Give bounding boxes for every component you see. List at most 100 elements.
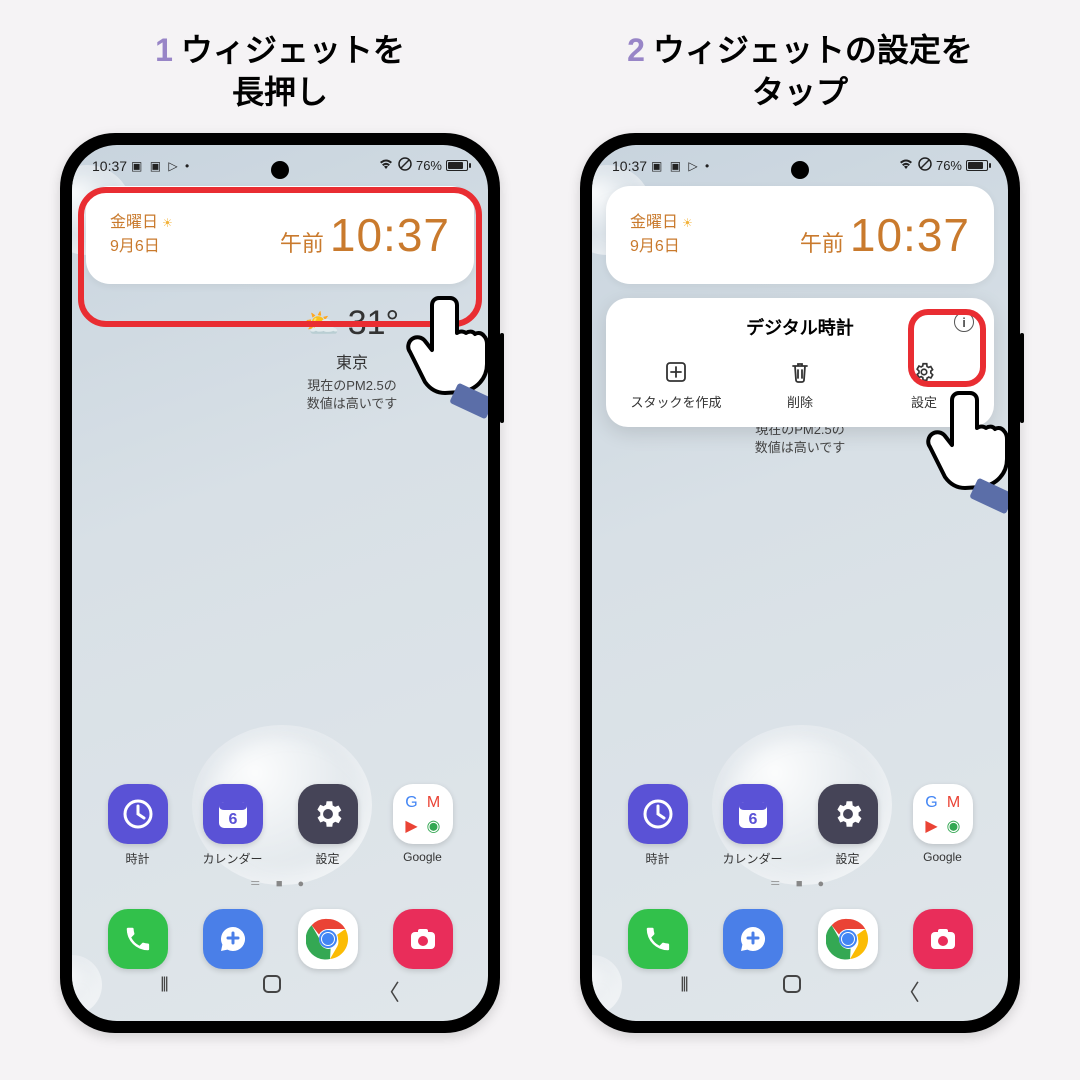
app-settings[interactable]: 設定	[283, 784, 373, 867]
svg-text:6: 6	[228, 811, 237, 828]
step-2-number: 2	[627, 32, 645, 68]
camera-hole-icon	[271, 161, 289, 179]
dnd-icon	[918, 157, 932, 174]
nav-recent-button[interactable]: |||	[160, 975, 166, 1007]
dnd-icon	[398, 157, 412, 174]
google-folder-icon: GM▶◉	[393, 784, 453, 844]
weather-widget[interactable]: ⛅ 31° 東京 現在のPM2.5の 数値は高いです	[252, 304, 452, 413]
clock-widget-day: 金曜日	[630, 214, 678, 231]
app-calendar[interactable]: 6 カレンダー	[708, 784, 798, 867]
popup-title: デジタル時計 i	[614, 314, 986, 340]
phone-frame-1: 10:37 ▣ ▣ ▷ • 76%	[60, 133, 500, 1033]
app-clock[interactable]: 時計	[613, 784, 703, 867]
clock-widget-date-text: 9月6日	[110, 238, 160, 255]
clock-time: 10:37	[330, 208, 450, 262]
widget-context-menu: デジタル時計 i スタックを作成	[606, 298, 994, 427]
nav-back-button[interactable]: 〈	[898, 975, 920, 1007]
popup-settings-button[interactable]: 設定	[862, 354, 986, 415]
battery-icon	[966, 160, 988, 171]
trash-icon	[742, 358, 858, 386]
clock-widget-time-block: 午前 10:37	[800, 208, 970, 262]
nav-recent-button[interactable]: |||	[680, 975, 686, 1007]
sun-icon: ☀	[682, 216, 693, 230]
popup-create-stack-button[interactable]: スタックを作成	[614, 354, 738, 415]
sun-icon: ☀	[162, 216, 173, 230]
app-camera[interactable]	[378, 909, 468, 975]
app-label: カレンダー	[188, 850, 278, 867]
clock-icon	[108, 784, 168, 844]
nav-home-button[interactable]	[783, 975, 801, 993]
camera-icon	[393, 909, 453, 969]
calendar-icon: 6	[723, 784, 783, 844]
page-indicator[interactable]: ＝ ■ ●	[90, 875, 470, 891]
status-time: 10:37	[612, 158, 647, 174]
status-notification-icons: ▣ ▣ ▷ •	[131, 159, 191, 173]
app-messages[interactable]	[708, 909, 798, 975]
app-chrome[interactable]	[803, 909, 893, 975]
clock-widget-time-block: 午前 10:37	[280, 208, 450, 262]
popup-delete-button[interactable]: 削除	[738, 354, 862, 415]
app-google-folder[interactable]: GM▶◉ Google	[898, 784, 988, 867]
settings-icon	[298, 784, 358, 844]
chat-icon	[203, 909, 263, 969]
app-phone[interactable]	[93, 909, 183, 975]
app-label: 設定	[283, 850, 373, 867]
google-folder-icon: GM▶◉	[913, 784, 973, 844]
gear-icon	[866, 358, 982, 386]
step-1-title: 1ウィジェットを 長押し	[30, 30, 530, 113]
dock	[90, 909, 470, 975]
navigation-bar: ||| 〈	[72, 967, 488, 1015]
clock-widget-date: 金曜日 ☀ 9月6日	[630, 211, 693, 259]
page-indicator[interactable]: ＝ ■ ●	[610, 875, 990, 891]
battery-icon	[446, 160, 468, 171]
navigation-bar: ||| 〈	[592, 967, 1008, 1015]
phone-screen-2: 10:37 ▣ ▣ ▷ • 76%	[592, 145, 1008, 1021]
weather-icon: ⛅	[305, 307, 340, 340]
clock-widget-day: 金曜日	[110, 214, 158, 231]
home-apps: 時計 6 カレンダー 設定	[72, 784, 488, 983]
home-apps: 時計 6 カレンダー 設定	[592, 784, 1008, 983]
status-right: 76%	[898, 157, 988, 174]
status-notification-icons: ▣ ▣ ▷ •	[651, 159, 711, 173]
step-1-title-line2: 長押し	[232, 74, 328, 110]
status-right: 76%	[378, 157, 468, 174]
phone-screen-1: 10:37 ▣ ▣ ▷ • 76%	[72, 145, 488, 1021]
popup-item-label: 削除	[742, 392, 858, 411]
phone-icon	[108, 909, 168, 969]
digital-clock-widget[interactable]: 金曜日 ☀ 9月6日 午前 10:37	[86, 186, 474, 284]
app-calendar[interactable]: 6 カレンダー	[188, 784, 278, 867]
svg-text:6: 6	[748, 811, 757, 828]
battery-percent: 76%	[416, 158, 442, 173]
app-google-folder[interactable]: GM▶◉ Google	[378, 784, 468, 867]
wifi-icon	[898, 158, 914, 174]
app-chrome[interactable]	[283, 909, 373, 975]
weather-city: 東京	[252, 349, 452, 373]
app-settings[interactable]: 設定	[803, 784, 893, 867]
step-2-title-line2: タップ	[752, 74, 848, 110]
digital-clock-widget[interactable]: 金曜日 ☀ 9月6日 午前 10:37	[606, 186, 994, 284]
calendar-icon: 6	[203, 784, 263, 844]
clock-ampm: 午前	[800, 226, 844, 258]
nav-home-button[interactable]	[263, 975, 281, 993]
clock-widget-date-text: 9月6日	[630, 238, 680, 255]
status-left: 10:37 ▣ ▣ ▷ •	[92, 158, 191, 174]
clock-ampm: 午前	[280, 226, 324, 258]
clock-icon	[628, 784, 688, 844]
camera-hole-icon	[791, 161, 809, 179]
clock-time: 10:37	[850, 208, 970, 262]
app-phone[interactable]	[613, 909, 703, 975]
app-camera[interactable]	[898, 909, 988, 975]
app-messages[interactable]	[188, 909, 278, 975]
step-2-title-line1: ウィジェットの設定を	[653, 32, 973, 68]
step-2-title: 2ウィジェットの設定を タップ	[550, 30, 1050, 113]
phone-icon	[628, 909, 688, 969]
step-1-number: 1	[155, 32, 173, 68]
app-clock[interactable]: 時計	[93, 784, 183, 867]
app-label: カレンダー	[708, 850, 798, 867]
app-label: 設定	[803, 850, 893, 867]
nav-back-button[interactable]: 〈	[378, 975, 400, 1007]
info-icon[interactable]: i	[954, 312, 974, 332]
dock	[610, 909, 990, 975]
step-1: 1ウィジェットを 長押し 10:37 ▣ ▣ ▷ •	[30, 30, 530, 1033]
chat-icon	[723, 909, 783, 969]
